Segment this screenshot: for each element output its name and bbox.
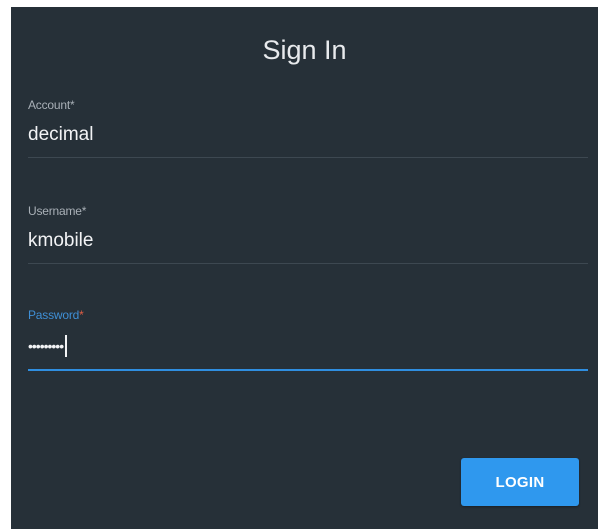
dialog-title: Sign In [262,35,347,65]
password-input[interactable]: ••••••••• [28,333,588,359]
text-caret [65,335,68,357]
required-mark: * [69,98,75,112]
password-dots: ••••••••• [28,338,64,354]
password-field[interactable]: Password* ••••••••• [28,307,588,371]
username-field[interactable]: Username* kmobile [28,203,588,264]
required-mark: * [81,204,87,218]
login-button[interactable]: LOGIN [461,458,579,506]
password-underline-focused [28,369,588,371]
password-label: Password* [28,308,84,322]
sign-in-dialog: Sign In Account* decimal Username* kmobi… [11,7,598,529]
account-field[interactable]: Account* decimal [28,97,588,158]
account-input[interactable]: decimal [28,123,588,149]
username-underline [28,263,588,264]
username-input[interactable]: kmobile [28,229,588,255]
account-label: Account* [28,98,75,112]
username-label: Username* [28,204,87,218]
account-underline [28,157,588,158]
required-mark: * [79,308,84,322]
